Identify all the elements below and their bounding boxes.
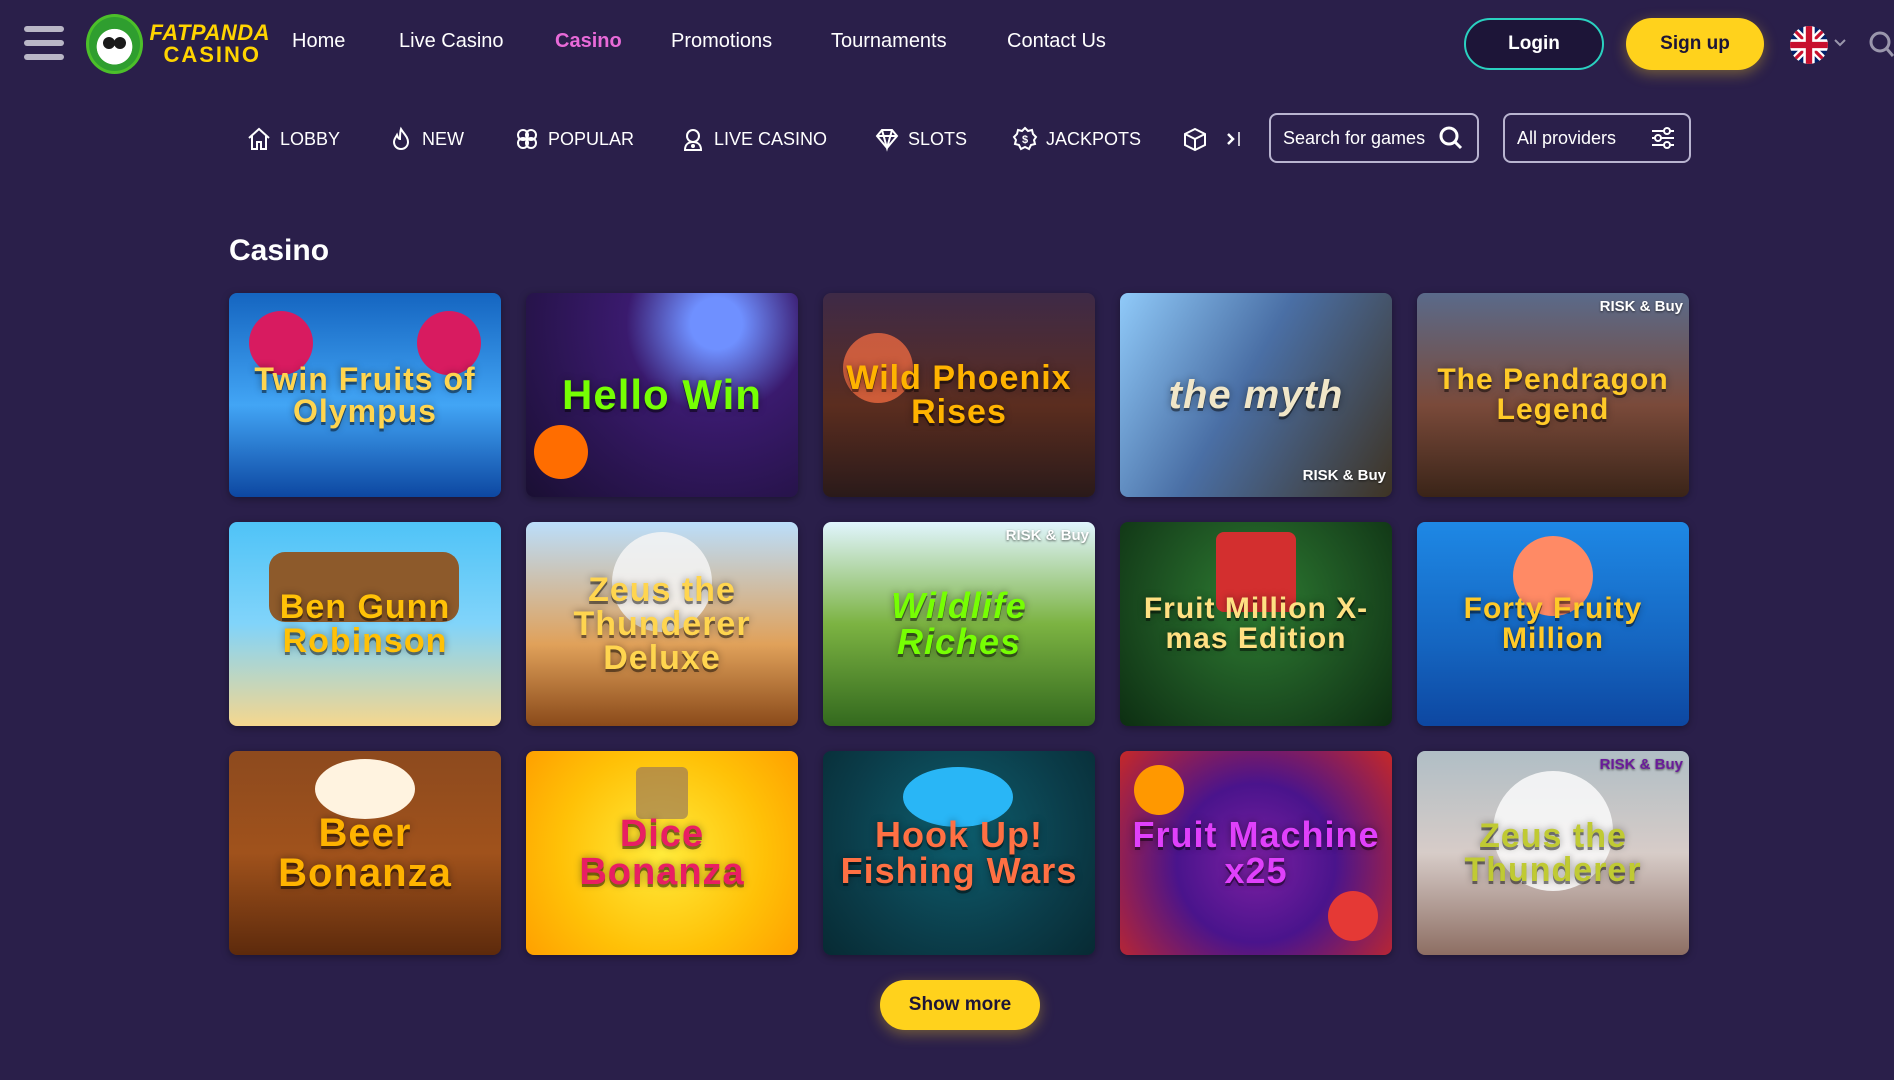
game-tile[interactable]: Dice Bonanza bbox=[526, 751, 798, 955]
game-tile[interactable]: RISK & Buy Zeus the Thunderer bbox=[1417, 751, 1689, 955]
logo-line-1: FATPANDA bbox=[149, 20, 270, 45]
game-title: Twin Fruits of Olympus bbox=[254, 361, 476, 429]
game-title: The Pendragon Legend bbox=[1437, 363, 1669, 426]
category-scroll-right-icon[interactable] bbox=[1222, 128, 1242, 150]
category-lobby-label: LOBBY bbox=[280, 128, 341, 149]
game-title: Forty Fruity Million bbox=[1463, 592, 1643, 655]
hamburger-menu-icon[interactable] bbox=[24, 26, 64, 60]
game-title: Wildlife Riches bbox=[891, 585, 1027, 662]
nav-live-casino[interactable]: Live Casino bbox=[399, 30, 504, 53]
home-icon bbox=[248, 127, 270, 150]
game-title: Hook Up! Fishing Wars bbox=[840, 814, 1078, 891]
clover-icon bbox=[517, 129, 537, 149]
game-title: Beer Bonanza bbox=[278, 811, 452, 895]
logo-line-2: CASINO bbox=[163, 42, 262, 67]
game-title: Zeus the Thunderer bbox=[1464, 817, 1642, 889]
category-jackpots-label: JACKPOTS bbox=[1046, 128, 1142, 149]
svg-text:$: $ bbox=[1022, 134, 1028, 146]
game-title: Hello Win bbox=[562, 371, 762, 418]
game-title: Wild Phoenix Rises bbox=[846, 359, 1072, 431]
category-bar: LOBBY NEW POPULAR LIVE CASINO SLOTS $ JA… bbox=[0, 108, 1894, 168]
risk-buy-badge: RISK & Buy bbox=[1302, 467, 1386, 484]
risk-buy-badge: RISK & Buy bbox=[1599, 756, 1683, 773]
category-slots-label: SLOTS bbox=[908, 128, 968, 149]
game-tile[interactable]: Twin Fruits of Olympus bbox=[229, 293, 501, 497]
top-header: FATPANDA CASINO Home Live Casino Casino … bbox=[0, 0, 1894, 88]
category-jackpots[interactable]: $ JACKPOTS bbox=[1012, 124, 1141, 154]
panda-logo-icon bbox=[86, 14, 144, 74]
game-title: the myth bbox=[1168, 373, 1344, 417]
game-search-input[interactable] bbox=[1283, 127, 1437, 149]
providers-dropdown[interactable]: All providers bbox=[1503, 113, 1691, 163]
game-tile[interactable]: Fruit Million X-mas Edition bbox=[1120, 522, 1392, 726]
nav-home[interactable]: Home bbox=[292, 30, 345, 53]
signup-button[interactable]: Sign up bbox=[1626, 18, 1764, 70]
nav-promotions[interactable]: Promotions bbox=[671, 30, 772, 53]
coin-icon: $ bbox=[1012, 126, 1038, 151]
risk-buy-badge: RISK & Buy bbox=[1599, 298, 1683, 315]
game-tile[interactable]: Ben Gunn Robinson bbox=[229, 522, 501, 726]
category-slots[interactable]: SLOTS bbox=[874, 124, 967, 154]
risk-buy-badge: RISK & Buy bbox=[1005, 527, 1089, 544]
dealer-icon bbox=[683, 129, 703, 151]
filter-sliders-icon bbox=[1652, 127, 1674, 149]
header-search-icon[interactable] bbox=[1868, 30, 1894, 58]
fatpanda-logo[interactable]: FATPANDA CASINO bbox=[86, 12, 270, 76]
category-live-casino[interactable]: LIVE CASINO bbox=[680, 124, 827, 154]
game-title: Fruit Million X-mas Edition bbox=[1143, 592, 1369, 655]
game-title: Dice Bonanza bbox=[579, 813, 745, 893]
game-tile[interactable]: RISK & Buy Wildlife Riches bbox=[823, 522, 1095, 726]
login-button[interactable]: Login bbox=[1464, 18, 1604, 70]
game-tile[interactable]: RISK & Buy the myth bbox=[1120, 293, 1392, 497]
nav-casino[interactable]: Casino bbox=[555, 30, 622, 53]
category-popular-label: POPULAR bbox=[548, 128, 635, 149]
category-live-casino-label: LIVE CASINO bbox=[714, 128, 828, 149]
game-tile[interactable]: Hello Win bbox=[526, 293, 798, 497]
flame-icon bbox=[392, 126, 410, 151]
nav-tournaments[interactable]: Tournaments bbox=[831, 30, 947, 53]
providers-label: All providers bbox=[1517, 127, 1617, 148]
diamond-icon bbox=[875, 129, 899, 152]
category-new[interactable]: NEW bbox=[388, 124, 464, 154]
game-tile[interactable]: Forty Fruity Million bbox=[1417, 522, 1689, 726]
game-grid: Twin Fruits of Olympus Hello Win Wild Ph… bbox=[229, 293, 1691, 955]
category-table-games[interactable] bbox=[1182, 124, 1208, 154]
language-chevron-down-icon[interactable] bbox=[1832, 34, 1848, 50]
nav-contact-us[interactable]: Contact Us bbox=[1007, 30, 1106, 53]
game-tile[interactable]: Hook Up! Fishing Wars bbox=[823, 751, 1095, 955]
uk-flag-icon[interactable] bbox=[1790, 26, 1828, 64]
dice-icon bbox=[1184, 127, 1206, 152]
page-title: Casino bbox=[229, 234, 330, 267]
game-title: Fruit Machine x25 bbox=[1132, 814, 1380, 891]
game-tile[interactable]: RISK & Buy The Pendragon Legend bbox=[1417, 293, 1689, 497]
show-more-button[interactable]: Show more bbox=[880, 980, 1040, 1030]
category-popular[interactable]: POPULAR bbox=[514, 124, 634, 154]
game-tile[interactable]: Wild Phoenix Rises bbox=[823, 293, 1095, 497]
game-tile[interactable]: Fruit Machine x25 bbox=[1120, 751, 1392, 955]
game-tile[interactable]: Beer Bonanza bbox=[229, 751, 501, 955]
game-search-field[interactable] bbox=[1269, 113, 1479, 163]
game-title: Zeus the Thunderer Deluxe bbox=[573, 571, 751, 677]
game-title: Ben Gunn Robinson bbox=[279, 588, 451, 660]
search-icon[interactable] bbox=[1437, 124, 1465, 152]
game-tile[interactable]: Zeus the Thunderer Deluxe bbox=[526, 522, 798, 726]
category-lobby[interactable]: LOBBY bbox=[246, 124, 340, 154]
category-new-label: NEW bbox=[422, 128, 464, 149]
